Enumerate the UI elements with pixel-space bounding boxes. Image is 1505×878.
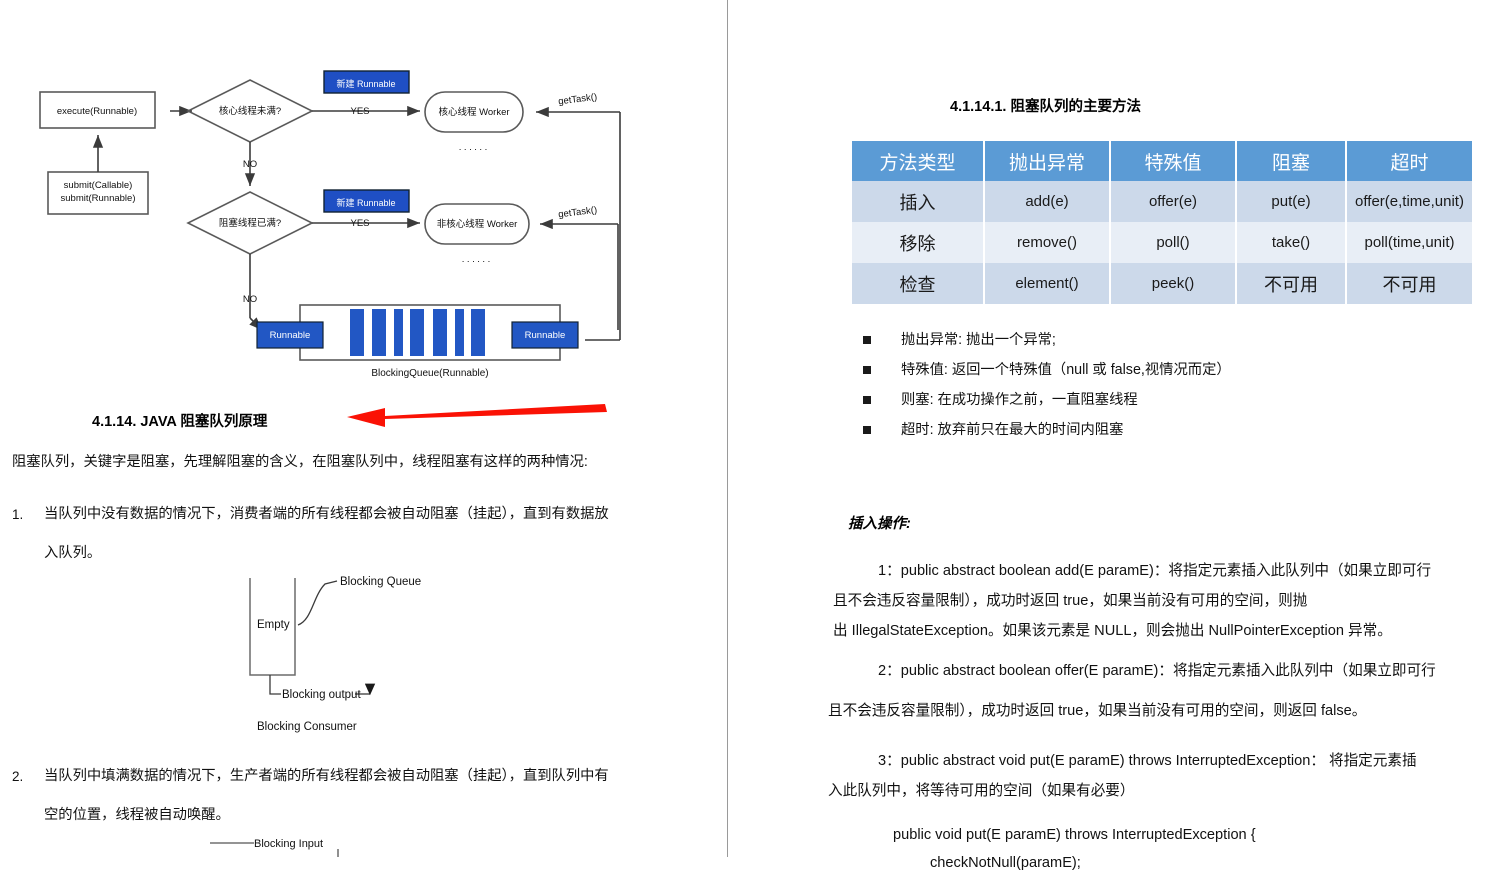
- table-cell: offer(e,time,unit): [1346, 181, 1472, 222]
- method-1-line-2: 且不会违反容量限制），成功时返回 true，如果当前没有可用的空间，则抛: [833, 593, 1308, 609]
- square-bullet-icon: [863, 366, 871, 374]
- bullet-text: 抛出异常: 抛出一个异常;: [901, 332, 1056, 348]
- flow-queue-caption: BlockingQueue(Runnable): [371, 368, 488, 379]
- bullet-item: 抛出异常: 抛出一个异常;: [863, 325, 1231, 355]
- thread-pool-flowchart: execute(Runnable) submit(Callable) submi…: [39, 70, 621, 379]
- bullet-text: 特殊值: 返回一个特殊值（null 或 false,视情况而定）: [901, 362, 1231, 378]
- table-cell: poll(): [1110, 222, 1237, 263]
- flow-submit-label-1: submit(Callable): [64, 180, 133, 191]
- section-heading-4-1-14: 4.1.14. JAVA 阻塞队列原理: [92, 414, 268, 430]
- table-cell: 插入: [852, 181, 985, 222]
- flow-worker-noncore: 非核心线程 Worker: [437, 218, 518, 230]
- right-column: 4.1.14.1. 阻塞队列的主要方法 方法类型 抛出异常 特殊值 阻塞 超时 …: [728, 0, 1505, 871]
- list-item-2-number: 2.: [12, 769, 24, 784]
- table-header-cell: 特殊值: [1110, 141, 1237, 181]
- method-3-line-2: 入此队列中，将等待可用的空间（如果有必要）: [828, 783, 1135, 799]
- table-cell: offer(e): [1110, 181, 1237, 222]
- bullet-text: 则塞: 在成功操作之前，一直阻塞线程: [901, 392, 1138, 408]
- document-page: execute(Runnable) submit(Callable) submi…: [0, 0, 1505, 871]
- consumer-queue-label: Blocking Queue: [340, 576, 421, 588]
- flow-queue-runnable-right: Runnable: [525, 330, 566, 341]
- section-heading-4-1-14-1: 4.1.14.1. 阻塞队列的主要方法: [950, 99, 1141, 115]
- consumer-caption: Blocking Consumer: [257, 721, 357, 733]
- table-cell: 移除: [852, 222, 985, 263]
- table-cell: poll(time,unit): [1346, 222, 1472, 263]
- table-cell: 不可用: [1346, 263, 1472, 304]
- table-header-cell: 方法类型: [852, 141, 985, 181]
- blocking-queue-methods-table: 方法类型 抛出异常 特殊值 阻塞 超时 插入 add(e) offer(e) p…: [852, 141, 1472, 304]
- flow-decision-2-label: 阻塞线程已满?: [219, 217, 281, 229]
- bullet-item: 则塞: 在成功操作之前，一直阻塞线程: [863, 385, 1231, 415]
- queue-bars: [350, 309, 485, 356]
- flow-no-1: NO: [243, 159, 257, 170]
- method-3-line-1: 3：public abstract void put(E paramE) thr…: [878, 753, 1417, 769]
- definition-bullet-list: 抛出异常: 抛出一个异常; 特殊值: 返回一个特殊值（null 或 false,…: [863, 325, 1231, 445]
- square-bullet-icon: [863, 426, 871, 434]
- producer-input-label: Blocking Input: [254, 838, 323, 850]
- flow-execute-label: execute(Runnable): [57, 106, 137, 117]
- list-item-2-line1: 当队列中填满数据的情况下，生产者端的所有线程都会被自动阻塞（挂起），直到队列中有: [44, 768, 609, 784]
- table-row: 检查 element() peek() 不可用 不可用: [852, 263, 1472, 304]
- blocking-consumer-diagram: Empty Blocking Queue Blocking output Blo…: [249, 576, 421, 733]
- table-cell: element(): [984, 263, 1111, 304]
- flow-gettask-2: getTask(): [558, 205, 598, 221]
- table-row: 插入 add(e) offer(e) put(e) offer(e,time,u…: [852, 181, 1472, 222]
- table-header-row: 方法类型 抛出异常 特殊值 阻塞 超时: [852, 141, 1472, 181]
- method-2-line-1: 2：public abstract boolean offer(E paramE…: [878, 663, 1436, 679]
- table-cell: remove(): [984, 222, 1111, 263]
- table-cell: peek(): [1110, 263, 1237, 304]
- table-header-cell: 抛出异常: [984, 141, 1111, 181]
- square-bullet-icon: [863, 336, 871, 344]
- flow-dots-1: ······: [459, 144, 490, 155]
- flow-decision-1-label: 核心线程未满?: [219, 105, 281, 117]
- code-line-1: public void put(E paramE) throws Interru…: [893, 827, 1256, 843]
- table-cell: put(e): [1236, 181, 1347, 222]
- flow-new-runnable-2: 新建 Runnable: [336, 197, 395, 208]
- list-item-2: 2. 当队列中填满数据的情况下，生产者端的所有线程都会被自动阻塞（挂起），直到队…: [12, 757, 672, 835]
- flow-new-runnable-1: 新建 Runnable: [336, 78, 395, 89]
- bullet-item: 超时: 放弃前只在最大的时间内阻塞: [863, 415, 1231, 445]
- intro-paragraph: 阻塞队列，关键字是阻塞，先理解阻塞的含义，在阻塞队列中，线程阻塞有这样的两种情况…: [12, 454, 588, 470]
- flow-yes-1: YES: [350, 106, 369, 117]
- blocking-producer-diagram: Blocking Input: [210, 838, 339, 857]
- list-item-1-line1: 当队列中没有数据的情况下，消费者端的所有线程都会被自动阻塞（挂起），直到有数据放: [44, 506, 609, 522]
- consumer-empty-label: Empty: [257, 619, 290, 631]
- method-1-line-1: 1：public abstract boolean add(E paramE)：…: [878, 563, 1432, 579]
- red-arrow-annotation: [347, 404, 607, 427]
- flow-dots-2: ······: [462, 256, 493, 267]
- square-bullet-icon: [863, 396, 871, 404]
- flow-queue-runnable-left: Runnable: [270, 330, 311, 341]
- method-2-line-2: 且不会违反容量限制），成功时返回 true，如果当前没有可用的空间，则返回 fa…: [828, 703, 1367, 719]
- method-1-line-3: 出 IllegalStateException。如果该元素是 NULL，则会抛出…: [833, 623, 1392, 639]
- table-cell: 检查: [852, 263, 985, 304]
- table-header-cell: 阻塞: [1236, 141, 1347, 181]
- table-row: 移除 remove() poll() take() poll(time,unit…: [852, 222, 1472, 263]
- table-cell: add(e): [984, 181, 1111, 222]
- flow-gettask-1: getTask(): [558, 92, 598, 108]
- flow-yes-2: YES: [350, 218, 369, 229]
- bullet-text: 超时: 放弃前只在最大的时间内阻塞: [901, 422, 1124, 438]
- flow-no-2: NO: [243, 294, 257, 305]
- insert-operation-title: 插入操作:: [848, 516, 911, 532]
- list-item-1-number: 1.: [12, 507, 24, 522]
- bullet-item: 特殊值: 返回一个特殊值（null 或 false,视情况而定）: [863, 355, 1231, 385]
- table-cell: 不可用: [1236, 263, 1347, 304]
- table-header-cell: 超时: [1346, 141, 1472, 181]
- code-line-2: checkNotNull(paramE);: [930, 855, 1081, 871]
- table-cell: take(): [1236, 222, 1347, 263]
- consumer-output-label: Blocking output: [282, 689, 361, 701]
- flow-worker-core: 核心线程 Worker: [438, 106, 509, 118]
- flow-submit-label-2: submit(Runnable): [61, 193, 136, 204]
- left-column: execute(Runnable) submit(Callable) submi…: [0, 0, 727, 857]
